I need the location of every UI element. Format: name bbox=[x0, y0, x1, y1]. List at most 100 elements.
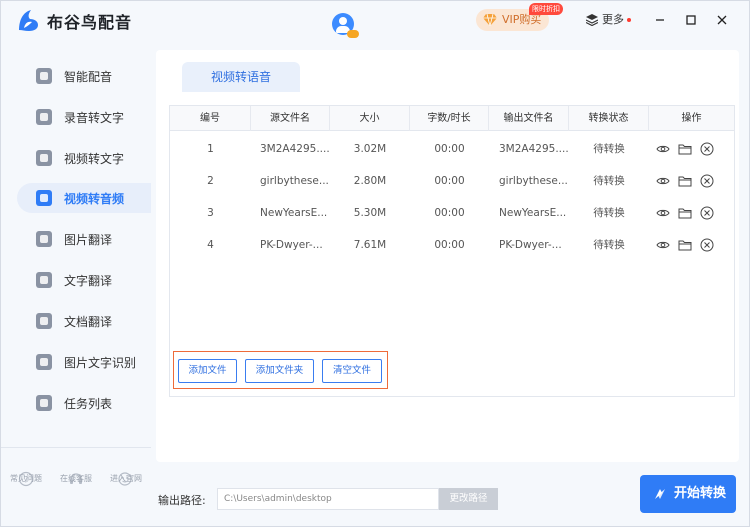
col-header: 大小 bbox=[330, 106, 410, 131]
avatar-body bbox=[336, 26, 350, 33]
smart-dubbing-icon bbox=[36, 68, 52, 84]
user-avatar[interactable] bbox=[332, 13, 359, 38]
title-bar: 布谷鸟配音 VIP购买 限时折扣 更多 bbox=[1, 1, 749, 39]
sidebar-item-text-translate[interactable]: 文字翻译 bbox=[17, 265, 151, 295]
sidebar-item-label: 视频转文字 bbox=[64, 152, 125, 166]
cell-status: 待转换 bbox=[593, 239, 625, 251]
open-folder-icon[interactable] bbox=[678, 174, 692, 188]
sidebar-item-smart-dubbing[interactable]: 智能配音 bbox=[17, 61, 151, 91]
text-translate-icon bbox=[36, 272, 52, 288]
delete-circle-x-icon[interactable] bbox=[700, 206, 714, 220]
cell-source-name: PK-Dwyer-... bbox=[260, 239, 323, 251]
doc-translate-icon bbox=[36, 313, 52, 329]
sidebar-item-video-to-text[interactable]: 视频转文字 bbox=[17, 143, 151, 173]
cell-status: 待转换 bbox=[593, 143, 625, 155]
video-to-audio-icon bbox=[36, 190, 52, 206]
cell-source-name: NewYearsE... bbox=[260, 207, 328, 219]
more-button[interactable]: 更多 bbox=[586, 12, 631, 28]
table-row[interactable]: 3 NewYearsE... 5.30M 00:00 NewYearsE... … bbox=[170, 197, 734, 229]
sidebar-item-ocr[interactable]: 图片文字识别 bbox=[17, 347, 151, 377]
cell-index: 2 bbox=[207, 175, 214, 187]
sidebar-item-label: 智能配音 bbox=[64, 70, 113, 84]
table-row[interactable]: 1 3M2A4295.... 3.02M 00:00 3M2A4295.... … bbox=[170, 133, 734, 165]
ocr-icon bbox=[36, 354, 52, 370]
delete-circle-x-icon[interactable] bbox=[700, 238, 714, 252]
cell-source-name: 3M2A4295.... bbox=[260, 143, 330, 155]
app-window: 布谷鸟配音 VIP购买 限时折扣 更多 智能配音 录音转文字 视频转文字 视频转… bbox=[0, 0, 750, 527]
sidebar-item-doc-translate[interactable]: 文档翻译 bbox=[17, 306, 151, 336]
video-to-text-icon bbox=[36, 150, 52, 166]
cell-output-name: NewYearsE... bbox=[499, 207, 567, 219]
cell-size: 5.30M bbox=[353, 207, 387, 219]
cell-source-name: girlbythese... bbox=[260, 175, 329, 187]
col-header: 编号 bbox=[170, 106, 251, 131]
cell-status: 待转换 bbox=[593, 175, 625, 187]
col-header: 转换状态 bbox=[569, 106, 649, 131]
sidebar-item-video-to-audio[interactable]: 视频转音频 bbox=[17, 183, 151, 213]
preview-eye-icon[interactable] bbox=[656, 238, 670, 252]
output-path-field[interactable]: C:\Users\admin\desktop bbox=[217, 488, 439, 510]
cell-status: 待转换 bbox=[593, 207, 625, 219]
recording-to-text-icon bbox=[36, 109, 52, 125]
open-folder-icon[interactable] bbox=[678, 238, 692, 252]
sidebar-item-label: 录音转文字 bbox=[64, 111, 125, 125]
table-row[interactable]: 2 girlbythese... 2.80M 00:00 girlbythese… bbox=[170, 165, 734, 197]
add-folder-button[interactable]: 添加文件夹 bbox=[245, 359, 314, 383]
diamond-icon bbox=[483, 14, 497, 26]
start-convert-button[interactable]: 开始转换 bbox=[640, 475, 736, 513]
cell-index: 3 bbox=[207, 207, 214, 219]
maximize-icon[interactable] bbox=[682, 11, 700, 29]
sidebar-item-task-list[interactable]: 任务列表 bbox=[17, 388, 151, 418]
open-folder-icon[interactable] bbox=[678, 206, 692, 220]
sidebar-item-label: 文字翻译 bbox=[64, 274, 113, 288]
clear-files-button[interactable]: 清空文件 bbox=[322, 359, 382, 383]
preview-eye-icon[interactable] bbox=[656, 174, 670, 188]
delete-circle-x-icon[interactable] bbox=[700, 142, 714, 156]
minimize-icon[interactable] bbox=[651, 11, 669, 29]
avatar-head bbox=[339, 17, 347, 25]
open-folder-icon[interactable] bbox=[678, 142, 692, 156]
sidebar-item-recording-to-text[interactable]: 录音转文字 bbox=[17, 102, 151, 132]
website-link[interactable]: 进入官网 bbox=[101, 473, 151, 484]
sidebar-divider bbox=[1, 447, 151, 448]
cell-size: 2.80M bbox=[353, 175, 387, 187]
cell-output-name: 3M2A4295.... bbox=[499, 143, 569, 155]
change-path-button[interactable]: 更改路径 bbox=[439, 488, 498, 510]
notification-dot bbox=[627, 18, 631, 22]
cell-duration: 00:00 bbox=[434, 239, 465, 251]
task-list-icon bbox=[36, 395, 52, 411]
sidebar-item-label: 文档翻译 bbox=[64, 315, 113, 329]
limited-offer-badge: 限时折扣 bbox=[529, 3, 563, 15]
image-translate-icon bbox=[36, 231, 52, 247]
cell-output-name: girlbythese... bbox=[499, 175, 568, 187]
sidebar: 智能配音 录音转文字 视频转文字 视频转音频 图片翻译 文字翻译 文档翻译 图片… bbox=[1, 51, 151, 526]
close-icon[interactable] bbox=[713, 11, 731, 29]
sidebar-item-image-translate[interactable]: 图片翻译 bbox=[17, 224, 151, 254]
convert-icon bbox=[655, 489, 665, 499]
delete-circle-x-icon[interactable] bbox=[700, 174, 714, 188]
more-label: 更多 bbox=[602, 13, 624, 26]
start-convert-label: 开始转换 bbox=[674, 486, 727, 501]
col-header: 源文件名 bbox=[251, 106, 330, 131]
col-header: 输出文件名 bbox=[489, 106, 569, 131]
col-header: 操作 bbox=[681, 113, 702, 124]
col-header: 字数/时长 bbox=[410, 106, 489, 131]
cell-index: 1 bbox=[207, 143, 214, 155]
cell-size: 7.61M bbox=[353, 239, 387, 251]
table-row[interactable]: 4 PK-Dwyer-... 7.61M 00:00 PK-Dwyer-... … bbox=[170, 229, 734, 261]
support-link[interactable]: 在线客服 bbox=[51, 473, 101, 484]
sidebar-item-label: 图片文字识别 bbox=[64, 356, 137, 370]
layers-icon bbox=[586, 14, 598, 26]
cell-duration: 00:00 bbox=[434, 143, 465, 155]
preview-eye-icon[interactable] bbox=[656, 206, 670, 220]
faq-link[interactable]: 常见问题 bbox=[1, 473, 51, 484]
output-path-label: 输出路径: bbox=[158, 494, 206, 507]
app-logo-icon bbox=[19, 10, 38, 31]
cell-index: 4 bbox=[207, 239, 214, 251]
sidebar-item-label: 视频转音频 bbox=[64, 192, 125, 206]
add-file-button[interactable]: 添加文件 bbox=[178, 359, 237, 383]
tab-video-to-speech[interactable]: 视频转语音 bbox=[182, 62, 300, 92]
sidebar-item-label: 图片翻译 bbox=[64, 233, 113, 247]
preview-eye-icon[interactable] bbox=[656, 142, 670, 156]
app-title: 布谷鸟配音 bbox=[47, 13, 133, 32]
